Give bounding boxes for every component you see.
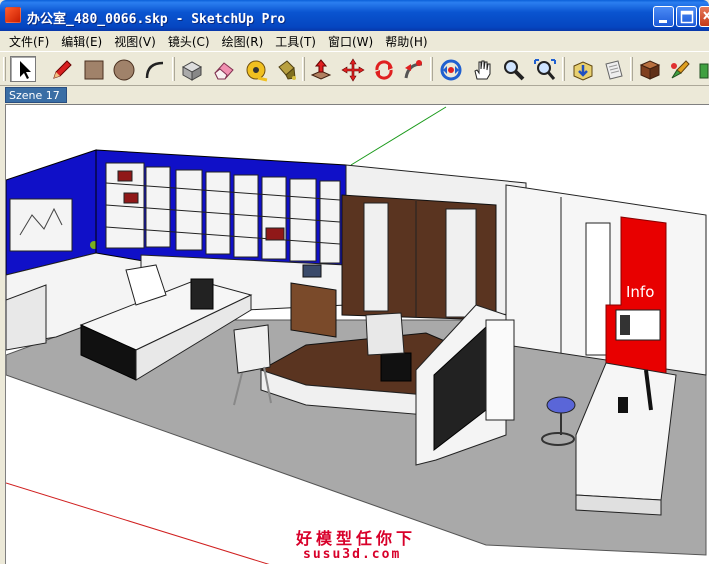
toolbar-grip-3[interactable] (302, 57, 305, 81)
push-pull-button[interactable] (307, 56, 333, 82)
orbit-tool-button[interactable] (437, 56, 463, 82)
main-toolbar (0, 51, 709, 86)
pan-icon (474, 60, 491, 80)
eraser-tool-button[interactable] (210, 56, 236, 82)
minimize-button[interactable] (653, 6, 674, 27)
share-model-icon (605, 60, 623, 80)
get-models-button[interactable] (569, 56, 595, 82)
move-tool-button[interactable] (339, 56, 365, 82)
toolbar-grip-5[interactable] (562, 57, 565, 81)
green-axis (350, 106, 447, 166)
menu-camera[interactable]: 镜头(C) (162, 33, 216, 50)
move-icon (341, 58, 365, 82)
arc-icon (145, 61, 164, 79)
model-viewport[interactable]: Info 好模型任你下 susu3d.com (5, 104, 709, 564)
info-sign-text: Info (626, 283, 654, 301)
follow-me-icon (404, 60, 423, 79)
circle-icon (113, 59, 135, 81)
minimize-icon (659, 20, 667, 23)
reception-phone (618, 397, 628, 413)
menu-file[interactable]: 文件(F) (3, 33, 55, 50)
follow-me-button[interactable] (400, 56, 426, 82)
paint-bucket-icon (278, 60, 296, 80)
zoom-extents-icon (534, 59, 556, 80)
pan-tool-button[interactable] (469, 56, 495, 82)
zoom-icon (504, 60, 525, 81)
paint-bucket-button[interactable] (272, 56, 298, 82)
orbit-icon (440, 59, 462, 81)
make-component-icon (181, 61, 203, 81)
close-button[interactable] (699, 6, 709, 27)
eraser-icon (214, 62, 234, 80)
pencil-tool-button[interactable] (48, 56, 74, 82)
zoom-extents-button[interactable] (531, 56, 557, 82)
styles-icon (671, 60, 690, 79)
menu-view[interactable]: 视图(V) (108, 33, 162, 50)
toolbar-grip-6[interactable] (630, 57, 633, 81)
menu-draw[interactable]: 绘图(R) (216, 33, 270, 50)
more-icon (699, 63, 709, 79)
red-axis (6, 482, 270, 564)
select-icon (20, 61, 31, 79)
close-icon (703, 11, 709, 20)
scene-tab-active[interactable]: Szene 17 (5, 87, 67, 103)
menu-bar: 文件(F) 编辑(E) 视图(V) 镜头(C) 绘图(R) 工具(T) 窗口(W… (0, 31, 709, 51)
maximize-icon (680, 10, 694, 24)
rectangle-tool-button[interactable] (80, 56, 106, 82)
components-button[interactable] (636, 56, 662, 82)
stool-seat (546, 396, 576, 414)
menu-tools[interactable]: 工具(T) (269, 33, 322, 50)
more-tools-button[interactable] (696, 56, 709, 82)
info-display-image (620, 315, 630, 335)
share-model-button[interactable] (600, 56, 626, 82)
watermark-chinese: 好模型任你下 (296, 529, 417, 548)
title-bar[interactable]: 办公室_480_0066.skp - SketchUp Pro (0, 0, 709, 31)
styles-button[interactable] (666, 56, 692, 82)
push-pull-icon (310, 59, 332, 80)
left-desk-monitor (190, 278, 214, 310)
make-component-button[interactable] (178, 56, 204, 82)
scene-tab-bar: Szene 17 (0, 86, 709, 104)
glass-shelf-2 (445, 208, 477, 318)
circle-tool-button[interactable] (110, 56, 136, 82)
toolbar-grip-2[interactable] (172, 57, 175, 81)
central-desk-monitor (380, 352, 412, 382)
menu-window[interactable]: 窗口(W) (322, 33, 379, 50)
rotate-icon (375, 60, 393, 80)
office-3d-model: Info (6, 106, 707, 564)
components-icon (639, 60, 661, 80)
zoom-tool-button[interactable] (500, 56, 526, 82)
get-models-icon (573, 61, 593, 81)
rectangle-icon (84, 60, 104, 80)
window-title: 办公室_480_0066.skp - SketchUp Pro (27, 12, 286, 27)
maximize-button[interactable] (676, 6, 697, 27)
glass-shelf-1 (363, 202, 389, 312)
toolbar-grip-4[interactable] (430, 57, 433, 81)
arc-tool-button[interactable] (141, 56, 167, 82)
watermark-url: susu3d.com (303, 547, 402, 562)
select-tool-button[interactable] (10, 56, 36, 82)
partition-shelves (485, 319, 515, 421)
tape-measure-icon (246, 60, 268, 82)
pencil-icon (53, 60, 72, 79)
rotate-tool-button[interactable] (370, 56, 396, 82)
small-monitor (302, 264, 322, 278)
toolbar-grip[interactable] (3, 57, 6, 81)
menu-help[interactable]: 帮助(H) (379, 33, 433, 50)
tape-measure-button[interactable] (242, 56, 268, 82)
sketchup-app-icon (5, 7, 21, 23)
central-office-chair (365, 312, 405, 356)
visitor-chair (233, 324, 271, 374)
menu-edit[interactable]: 编辑(E) (55, 33, 108, 50)
side-shelf-unit (290, 282, 337, 338)
